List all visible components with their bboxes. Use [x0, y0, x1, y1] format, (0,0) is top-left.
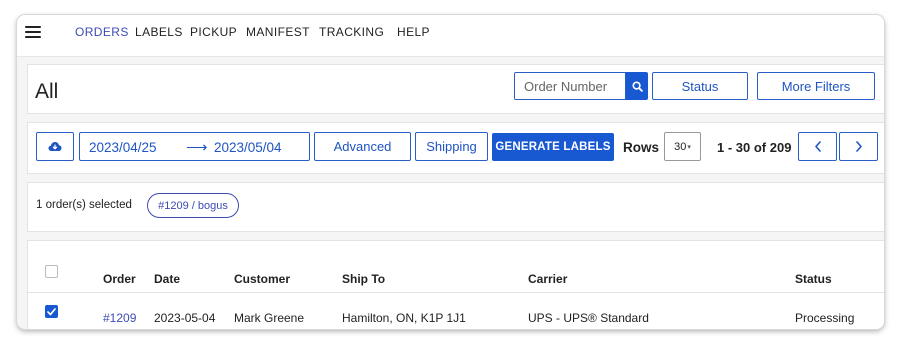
hamburger-menu-icon[interactable] — [25, 26, 41, 38]
rows-label: Rows — [623, 140, 660, 155]
selected-order-chip[interactable]: #1209 / bogus — [147, 193, 239, 218]
selected-order-chip-label: #1209 / bogus — [158, 199, 228, 212]
page-title: All — [35, 80, 59, 103]
chevron-down-icon: ▾ — [687, 143, 691, 151]
column-header-status[interactable]: Status — [795, 272, 832, 286]
checkmark-icon — [47, 307, 56, 315]
search-button[interactable] — [626, 72, 648, 100]
row-checkbox[interactable] — [45, 305, 58, 318]
chevron-left-icon — [814, 141, 821, 152]
nav-help[interactable]: HELP — [397, 25, 430, 39]
order-ship-to: Hamilton, ON, K1P 1J1 — [342, 311, 466, 325]
order-link[interactable]: #1209 — [103, 311, 136, 325]
advanced-button[interactable]: Advanced — [314, 132, 411, 161]
app-window: ORDERS LABELS PICKUP MANIFEST TRACKING H… — [17, 15, 884, 329]
generate-labels-button[interactable]: GENERATE LABELS — [492, 133, 614, 161]
download-button[interactable] — [36, 132, 74, 161]
column-header-customer[interactable]: Customer — [234, 272, 290, 286]
more-filters-button[interactable]: More Filters — [757, 72, 875, 100]
generate-labels-label: GENERATE LABELS — [495, 141, 611, 153]
nav-tracking[interactable]: TRACKING — [319, 25, 384, 39]
select-all-checkbox[interactable] — [45, 265, 58, 278]
advanced-label: Advanced — [333, 139, 392, 154]
nav-orders[interactable]: ORDERS — [75, 25, 129, 39]
nav-pickup[interactable]: PICKUP — [190, 25, 237, 39]
search-icon — [631, 80, 643, 92]
status-filter-label: Status — [681, 78, 719, 94]
date-to: 2023/05/04 — [214, 140, 282, 155]
nav-manifest[interactable]: MANIFEST — [246, 25, 310, 39]
nav-labels[interactable]: LABELS — [135, 25, 183, 39]
shipping-label: Shipping — [426, 139, 477, 154]
rows-select[interactable]: 30 ▾ — [664, 132, 701, 161]
cloud-download-icon — [48, 142, 62, 151]
column-header-order[interactable]: Order — [103, 272, 136, 286]
order-carrier: UPS - UPS® Standard — [528, 311, 649, 325]
status-filter-button[interactable]: Status — [652, 72, 748, 100]
header-card — [27, 64, 884, 114]
next-page-button[interactable] — [839, 132, 878, 161]
date-range-picker[interactable]: 2023/04/25 ⟶ 2023/05/04 — [79, 132, 310, 161]
column-header-date[interactable]: Date — [154, 272, 180, 286]
more-filters-label: More Filters — [781, 78, 851, 94]
order-customer: Mark Greene — [234, 311, 305, 325]
order-number-input[interactable]: Order Number — [514, 72, 626, 100]
date-from: 2023/04/25 — [89, 140, 157, 155]
order-number-placeholder: Order Number — [524, 78, 608, 94]
rows-value: 30 — [674, 140, 687, 153]
column-header-ship-to[interactable]: Ship To — [342, 272, 385, 286]
shipping-button[interactable]: Shipping — [415, 132, 488, 161]
column-header-carrier[interactable]: Carrier — [528, 272, 567, 286]
order-date: 2023-05-04 — [154, 311, 216, 325]
selection-count: 1 order(s) selected — [36, 199, 132, 211]
arrow-right-icon: ⟶ — [186, 139, 208, 156]
previous-page-button[interactable] — [798, 132, 837, 161]
pagination-info: 1 - 30 of 209 — [717, 140, 792, 155]
chevron-right-icon — [855, 141, 862, 152]
order-status: Processing — [795, 311, 855, 325]
top-nav: ORDERS LABELS PICKUP MANIFEST TRACKING H… — [17, 15, 884, 57]
